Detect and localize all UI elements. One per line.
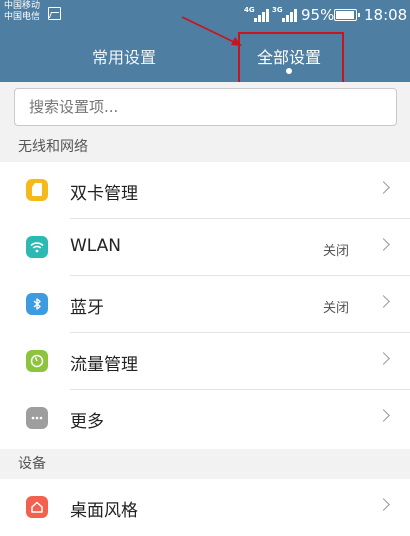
chevron-right-icon	[377, 238, 390, 251]
settings-item-label: WLAN	[70, 236, 122, 256]
settings-item-dual-sim[interactable]: 双卡管理	[0, 162, 410, 219]
section-title-device: 设备	[0, 449, 410, 479]
settings-item-label: 蓝牙	[70, 298, 104, 318]
screenshot-icon	[48, 7, 61, 20]
more-icon	[26, 407, 48, 429]
wifi-icon	[26, 236, 48, 258]
battery-icon	[334, 9, 360, 21]
search-bar	[0, 82, 410, 132]
settings-item-label: 流量管理	[70, 355, 138, 375]
settings-item-data-usage[interactable]: 流量管理	[0, 333, 410, 390]
data-usage-icon	[26, 350, 48, 372]
settings-item-more[interactable]: 更多	[0, 390, 410, 447]
battery-percent: 95%	[301, 6, 335, 24]
tab-common-settings[interactable]: 常用设置	[92, 44, 156, 68]
settings-item-value: 关闭	[323, 301, 350, 316]
annotation-arrow-icon	[181, 16, 242, 46]
carrier-1: 中国移动	[4, 1, 41, 11]
signal-bars-icon	[254, 9, 272, 22]
signal-sim2: 3G	[272, 6, 302, 22]
signal-bars-icon	[282, 9, 300, 22]
settings-item-label: 双卡管理	[70, 184, 138, 204]
carrier-2: 中国电信	[4, 12, 41, 22]
chevron-right-icon	[377, 352, 390, 365]
chevron-right-icon	[377, 498, 390, 511]
bluetooth-icon	[26, 293, 48, 315]
settings-item-value: 关闭	[323, 244, 350, 259]
section-title-wireless: 无线和网络	[0, 132, 410, 162]
chevron-right-icon	[377, 295, 390, 308]
clock: 18:08	[364, 6, 408, 24]
device-settings-list: 桌面风格	[0, 479, 410, 536]
settings-item-label: 更多	[70, 412, 104, 432]
search-input[interactable]	[14, 88, 397, 126]
sim-card-icon	[26, 179, 48, 201]
settings-item-bluetooth[interactable]: 蓝牙 关闭	[0, 276, 410, 333]
chevron-right-icon	[377, 409, 390, 422]
wireless-settings-list: 双卡管理 WLAN 关闭 蓝牙 关闭 流量管理 更多	[0, 162, 410, 449]
signal-sim1: 4G	[244, 6, 274, 22]
settings-item-label: 桌面风格	[70, 501, 138, 521]
settings-item-wlan[interactable]: WLAN 关闭	[0, 219, 410, 276]
carrier-info: 中国移动 中国电信	[4, 1, 40, 23]
annotation-highlight-box	[238, 32, 344, 87]
settings-item-home-style[interactable]: 桌面风格	[0, 479, 410, 536]
home-icon	[26, 496, 48, 518]
chevron-right-icon	[377, 181, 390, 194]
